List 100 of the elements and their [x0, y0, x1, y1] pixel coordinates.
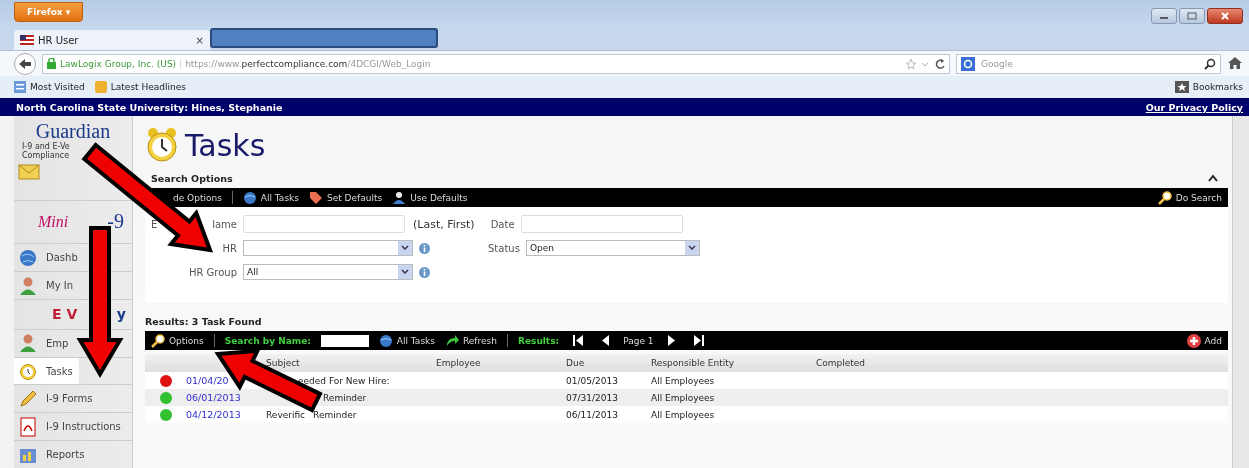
tab-title: HR User: [38, 34, 79, 46]
table-cell: All Employees: [651, 392, 715, 403]
column-header[interactable]: Subject: [266, 358, 436, 368]
field-label: HR: [222, 242, 237, 254]
everify-logo: E V: [52, 306, 78, 323]
name-search-field[interactable]: [320, 334, 369, 347]
close-icon: [1220, 12, 1230, 20]
options-button[interactable]: Options: [151, 333, 204, 348]
column-header[interactable]: Completed: [816, 358, 1228, 368]
folder-icon: [94, 81, 107, 93]
field-label: Date: [490, 218, 515, 230]
sidebar-item[interactable]: Reports: [14, 441, 91, 468]
chevron-icon: [687, 245, 696, 251]
sidebar-item[interactable]: I-9 Instructions: [14, 413, 127, 441]
bookmark-link[interactable]: Most Visited: [14, 81, 85, 93]
toolbar-button[interactable]: All Tasks: [242, 190, 299, 205]
status-dropdown[interactable]: Open: [525, 240, 700, 256]
field-label: E: [151, 218, 158, 230]
chevron-icon: [401, 269, 409, 275]
toolbar-button[interactable]: All Tasks: [378, 333, 435, 348]
reload-icon[interactable]: [933, 57, 945, 70]
sidebar-item[interactable]: I-9 Forms: [14, 385, 99, 413]
search-icon: [1157, 190, 1172, 205]
column-header[interactable]: Employee: [436, 358, 566, 368]
table-cell: All Employees: [651, 375, 715, 386]
minute-logo: -9: [107, 210, 124, 234]
search-icon: [151, 333, 165, 348]
task-date-link[interactable]: 01/04/20: [186, 375, 229, 386]
toolbar-button[interactable]: Set Defaults: [309, 190, 383, 205]
person-icon: [392, 190, 407, 205]
home-icon: [1228, 56, 1242, 69]
field-label: Status: [488, 242, 520, 254]
home-button[interactable]: [1227, 56, 1243, 71]
scrollbar[interactable]: [1232, 116, 1249, 468]
add-button[interactable]: Add: [1186, 333, 1222, 348]
plus-icon: [1186, 333, 1201, 348]
column-header[interactable]: Responsible Entity: [651, 358, 816, 368]
field-label: lame: [212, 218, 237, 230]
sidebar-item[interactable]: Tasks: [14, 357, 79, 385]
bookmark-link[interactable]: Latest Headlines: [94, 81, 186, 93]
address-bar[interactable]: LawLogix Group, Inc. (US) https://www.perfectcompliance.com/4DCGI/Web_Login: [42, 53, 950, 74]
minute-logo: Mini: [38, 212, 69, 231]
task-date-link[interactable]: 06/01/2013: [186, 392, 241, 403]
search-engine-icon[interactable]: [961, 56, 975, 71]
bookmarks-button[interactable]: Bookmarks: [1174, 81, 1243, 93]
column-header[interactable]: Due: [566, 358, 651, 368]
search-button[interactable]: Do Search: [1157, 190, 1222, 205]
toolbar-button[interactable]: de Options: [173, 192, 222, 203]
back-arrow-icon: [18, 57, 32, 70]
logo-tagline: Compliance: [21, 151, 70, 160]
lock-icon: [47, 58, 56, 69]
task-date-link[interactable]: 04/12/2013: [186, 409, 241, 420]
table-cell: 06/11/2013: [566, 409, 618, 420]
maximize-icon: [1187, 12, 1197, 20]
results-label: Results:: [518, 335, 560, 346]
alarm-clock-icon: [145, 127, 179, 163]
minimize-button[interactable]: [1151, 8, 1177, 24]
star-icon: [1174, 81, 1189, 93]
globe-icon: [242, 190, 257, 205]
guardian-logo: Guardian: [35, 120, 111, 142]
browser-tab[interactable]: HR User ×: [14, 30, 210, 50]
sidebar-item[interactable]: Dashb: [14, 244, 84, 272]
collapse-icon[interactable]: [1208, 174, 1218, 182]
tab-close-button[interactable]: ×: [195, 34, 204, 46]
sidebar-item[interactable]: My In: [14, 272, 79, 299]
refresh-icon: [445, 333, 459, 348]
alarm-clock-icon: [18, 361, 38, 382]
globe-icon: [378, 333, 393, 348]
sidebar-item[interactable]: Emp: [14, 329, 75, 357]
close-button[interactable]: [1207, 8, 1243, 24]
section-title: Search Options: [151, 172, 233, 184]
name-format-hint: (Last, First): [413, 217, 475, 231]
page-title: Tasks: [185, 127, 266, 163]
table-cell: Reverific: [266, 409, 306, 420]
section-title: Results: 3 Task Found: [145, 315, 262, 327]
toolbar-button[interactable]: Use Defaults: [392, 190, 468, 205]
info-icon[interactable]: [419, 266, 430, 278]
tag-icon: [309, 190, 323, 205]
privacy-link[interactable]: Our Privacy Policy: [1145, 101, 1243, 113]
table-cell: All Employees: [651, 409, 715, 420]
page-number: Page 1: [623, 335, 654, 346]
search-label: Search by Name:: [224, 335, 311, 346]
search-icon[interactable]: [1204, 57, 1216, 70]
bookmark-icon: [14, 81, 26, 93]
hr-group-dropdown[interactable]: All: [243, 264, 413, 280]
field-label: HR Group: [188, 266, 237, 278]
person-icon: [18, 333, 38, 354]
star-icon[interactable]: [905, 57, 917, 70]
info-icon[interactable]: [419, 242, 430, 254]
back-button[interactable]: [14, 52, 36, 75]
table-cell: Reminder: [323, 392, 367, 403]
person-icon: [18, 275, 38, 296]
employee-name-field[interactable]: [243, 215, 405, 233]
chevron-icon: [401, 245, 409, 251]
pencil-icon: [18, 388, 38, 409]
date-field[interactable]: [520, 215, 683, 233]
table-cell: 07/31/2013: [566, 392, 618, 403]
document-icon: [18, 416, 38, 437]
user-name: North Carolina State University: Hines, Stephanie: [16, 101, 283, 113]
refresh-button[interactable]: Refresh: [445, 333, 497, 348]
